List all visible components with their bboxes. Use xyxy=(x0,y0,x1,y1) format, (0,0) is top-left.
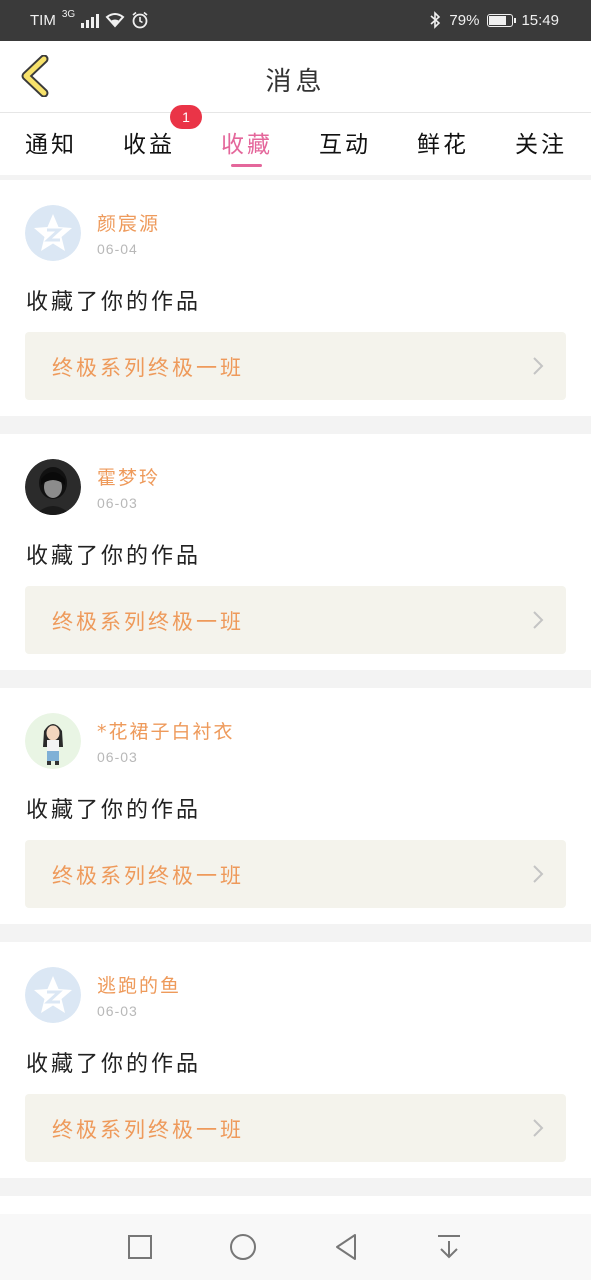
tab-label: 通知 xyxy=(25,132,77,158)
chevron-right-icon xyxy=(533,357,544,375)
item-date: 06-03 xyxy=(97,749,138,765)
avatar[interactable] xyxy=(25,205,81,261)
tab-label: 互动 xyxy=(319,132,371,158)
work-link[interactable]: 终极系列终极一班 xyxy=(25,840,566,908)
action-text: 收藏了你的作品 xyxy=(26,544,202,569)
notification-pull-button[interactable] xyxy=(433,1231,465,1263)
bluetooth-icon xyxy=(430,11,441,29)
page-title: 消息 xyxy=(265,67,326,97)
list-item: 逃跑的鱼 06-03 收藏了你的作品 终极系列终极一班 xyxy=(0,942,591,1178)
work-title: 终极系列终极一班 xyxy=(52,356,244,380)
square-icon xyxy=(128,1235,152,1259)
work-title: 终极系列终极一班 xyxy=(52,1118,244,1142)
photo-avatar-icon xyxy=(25,459,81,515)
tab-bar: 通知 收益 收藏 互动 鲜花 关注 1 xyxy=(0,105,591,175)
action-text: 收藏了你的作品 xyxy=(26,1052,202,1077)
avatar[interactable] xyxy=(25,967,81,1023)
earnings-badge: 1 xyxy=(170,105,202,129)
tab-label: 收藏 xyxy=(221,132,273,158)
default-star-avatar-icon xyxy=(25,205,81,261)
username[interactable]: 颜宸源 xyxy=(97,209,160,236)
battery-fill xyxy=(489,15,507,25)
alarm-icon xyxy=(132,11,148,29)
tab-label: 收益 xyxy=(123,132,175,158)
username[interactable]: *花裙子白衬衣 xyxy=(97,717,235,744)
back-nav-button[interactable] xyxy=(330,1231,362,1263)
chevron-right-icon xyxy=(533,1119,544,1137)
clock: 15:49 xyxy=(521,11,559,29)
system-nav-bar xyxy=(0,1214,591,1280)
item-date: 06-03 xyxy=(97,1003,138,1019)
tab-interactions[interactable]: 互动 xyxy=(296,125,394,159)
carrier-label: TIM xyxy=(30,11,56,29)
avatar[interactable] xyxy=(25,713,81,769)
work-title: 终极系列终极一班 xyxy=(52,864,244,888)
work-link[interactable]: 终极系列终极一班 xyxy=(25,332,566,400)
tab-follows[interactable]: 关注 xyxy=(492,125,590,159)
battery-icon xyxy=(487,13,517,27)
tab-earnings[interactable]: 收益 xyxy=(100,125,198,159)
username[interactable]: 霍梦玲 xyxy=(97,463,160,490)
item-date: 06-03 xyxy=(97,495,138,511)
active-tab-indicator xyxy=(231,164,262,167)
network-label: 3G xyxy=(61,8,76,20)
chevron-right-icon xyxy=(533,865,544,883)
tab-label: 关注 xyxy=(515,132,567,158)
tab-favorites[interactable]: 收藏 xyxy=(198,125,296,167)
pull-down-icon xyxy=(438,1235,460,1259)
chevron-right-icon xyxy=(533,611,544,629)
circle-icon xyxy=(230,1234,256,1260)
tab-notifications[interactable]: 通知 xyxy=(2,125,100,159)
status-left: TIM 3G xyxy=(30,8,149,29)
wifi-icon xyxy=(105,13,125,28)
header: 消息 xyxy=(0,41,591,113)
list-item: *花裙子白衬衣 06-03 收藏了你的作品 终极系列终极一班 xyxy=(0,688,591,924)
avatar[interactable] xyxy=(25,459,81,515)
username[interactable]: 逃跑的鱼 xyxy=(97,971,181,998)
signal-icon xyxy=(81,12,100,28)
battery-percent: 79% xyxy=(449,11,480,29)
tab-label: 鲜花 xyxy=(417,132,469,158)
list-item: 颜宸源 06-04 收藏了你的作品 终极系列终极一班 xyxy=(0,180,591,416)
recent-apps-button[interactable] xyxy=(124,1231,156,1263)
work-link[interactable]: 终极系列终极一班 xyxy=(25,1094,566,1162)
action-text: 收藏了你的作品 xyxy=(26,798,202,823)
work-link[interactable]: 终极系列终极一班 xyxy=(25,586,566,654)
triangle-back-icon xyxy=(336,1234,356,1260)
action-text: 收藏了你的作品 xyxy=(26,290,202,315)
home-button[interactable] xyxy=(227,1231,259,1263)
cartoon-avatar-icon xyxy=(25,713,81,769)
work-title: 终极系列终极一班 xyxy=(52,610,244,634)
list-item: 霍梦玲 06-03 收藏了你的作品 终极系列终极一班 xyxy=(0,434,591,670)
status-right: 79% 15:49 xyxy=(429,11,559,29)
tab-flowers[interactable]: 鲜花 xyxy=(394,125,492,159)
item-date: 06-04 xyxy=(97,241,138,257)
default-star-avatar-icon xyxy=(25,967,81,1023)
status-bar: TIM 3G 79% 15:49 xyxy=(0,0,591,41)
